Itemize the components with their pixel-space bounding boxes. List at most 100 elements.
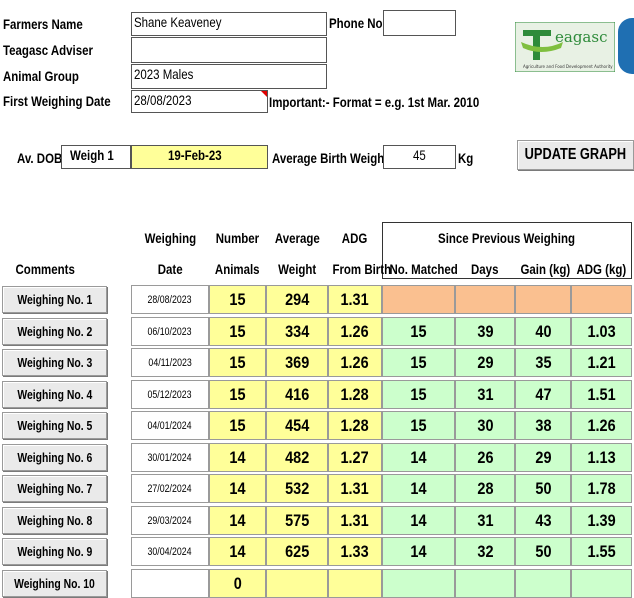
animal-group-field[interactable]: 2023 Males — [131, 64, 327, 89]
gain-cell — [515, 285, 571, 314]
weight-cell: 369 — [266, 348, 328, 377]
adg-prev-cell: 1.39 — [571, 506, 632, 535]
days-cell-value: 30 — [476, 415, 494, 435]
weight-cell: 416 — [266, 380, 328, 409]
date-cell[interactable]: 29/03/2024 — [131, 506, 209, 535]
adg-cell: 1.26 — [328, 348, 382, 377]
date-cell[interactable]: 04/01/2024 — [131, 411, 209, 440]
adg-prev-cell-value: 1.21 — [587, 352, 616, 372]
adg-prev-cell: 1.13 — [571, 443, 632, 472]
gain-header: Gain (kg) — [520, 261, 571, 277]
adg-cell: 1.28 — [328, 380, 382, 409]
comments-header: Comments — [15, 261, 75, 277]
date-cell[interactable]: 04/11/2023 — [131, 348, 209, 377]
gain-cell-value: 40 — [534, 321, 552, 341]
weight-cell-value: 294 — [284, 289, 310, 309]
adg-cell: 1.31 — [328, 474, 382, 503]
number-cell: 15 — [209, 348, 266, 377]
no-matched-header: No. Matched — [389, 261, 458, 277]
weighing-button[interactable]: Weighing No. 6 — [2, 444, 107, 471]
weighing-button[interactable]: Weighing No. 4 — [2, 381, 107, 408]
number-cell-value: 14 — [229, 510, 246, 530]
matched-cell-value: 15 — [410, 321, 427, 341]
adg-prev-cell: 1.21 — [571, 348, 632, 377]
adg-prev-cell — [571, 285, 632, 314]
weighing-button[interactable]: Weighing No. 9 — [2, 538, 107, 565]
date-cell[interactable]: 05/12/2023 — [131, 380, 209, 409]
date-cell[interactable]: 30/01/2024 — [131, 443, 209, 472]
weight-cell-value: 625 — [284, 541, 310, 561]
weighing-button[interactable]: Weighing No. 5 — [2, 412, 107, 439]
date-header: Date — [157, 261, 183, 277]
matched-cell: 15 — [382, 348, 455, 377]
gain-cell: 43 — [515, 506, 571, 535]
days-cell: 30 — [455, 411, 515, 440]
gain-cell: 50 — [515, 537, 571, 566]
days-cell: 39 — [455, 317, 515, 346]
days-cell-value: 28 — [476, 478, 494, 498]
gain-cell: 47 — [515, 380, 571, 409]
gain-cell: 35 — [515, 348, 571, 377]
adg-prev-cell-value: 1.51 — [587, 384, 616, 404]
weighing-button-label: Weighing No. 7 — [17, 481, 92, 496]
weigh-selector[interactable]: Weigh 1 — [61, 145, 131, 169]
adg-prev-cell-value: 1.39 — [587, 510, 616, 530]
number-cell-value: 14 — [229, 447, 246, 467]
days-cell: 29 — [455, 348, 515, 377]
adg-prev-cell-value: 1.26 — [587, 415, 616, 435]
date-cell[interactable]: 30/04/2024 — [131, 537, 209, 566]
date-cell-value: 28/08/2023 — [147, 293, 193, 306]
date-cell-value: 30/01/2024 — [147, 451, 193, 464]
adg-prev-cell-value: 1.55 — [587, 541, 616, 561]
weighing-button[interactable]: Weighing No. 7 — [2, 475, 107, 502]
date-cell[interactable]: 27/02/2024 — [131, 474, 209, 503]
adg-cell: 1.26 — [328, 317, 382, 346]
adg-cell-value: 1.33 — [340, 541, 370, 561]
adg-cell-value: 1.28 — [340, 415, 370, 435]
weighing-button-label: Weighing No. 10 — [14, 576, 95, 591]
matched-cell: 14 — [382, 443, 455, 472]
farmers-name-label: Farmers Name — [3, 16, 83, 32]
adg-cell-value: 1.26 — [340, 321, 370, 341]
date-cell[interactable] — [131, 569, 209, 598]
matched-cell-value: 14 — [410, 541, 427, 561]
weight-cell — [266, 569, 328, 598]
avg-birth-weight-field[interactable]: 45 — [383, 145, 456, 169]
adg-prev-cell: 1.26 — [571, 411, 632, 440]
weighing-button[interactable]: Weighing No. 2 — [2, 318, 107, 345]
weighing-button[interactable]: Weighing No. 10 — [2, 570, 107, 597]
adg-cell: 1.33 — [328, 537, 382, 566]
weight-cell-value: 575 — [284, 510, 310, 530]
adg-prev-cell-value: 1.13 — [587, 447, 616, 467]
phone-field[interactable] — [383, 10, 456, 36]
gain-cell-value: 50 — [534, 478, 552, 498]
matched-cell: 14 — [382, 474, 455, 503]
number-cell: 0 — [209, 569, 266, 598]
gain-cell — [515, 569, 571, 598]
adg-prev-cell-value: 1.03 — [587, 321, 616, 341]
adg-cell-value: 1.31 — [340, 289, 370, 309]
date-cell[interactable]: 06/10/2023 — [131, 317, 209, 346]
adviser-field[interactable] — [131, 37, 327, 63]
weighing-button-label: Weighing No. 4 — [17, 387, 92, 402]
matched-cell-value: 14 — [410, 510, 427, 530]
weighing-button[interactable]: Weighing No. 8 — [2, 507, 107, 534]
first-weighing-field[interactable]: 28/08/2023 — [131, 90, 268, 113]
number-cell: 15 — [209, 285, 266, 314]
days-cell-value: 32 — [476, 541, 494, 561]
adviser-label: Teagasc Adviser — [3, 42, 93, 58]
date-cell-value: 27/02/2024 — [147, 482, 193, 495]
date-cell[interactable]: 28/08/2023 — [131, 285, 209, 314]
weighing-button[interactable]: Weighing No. 3 — [2, 349, 107, 376]
adg-cell-value: 1.31 — [340, 478, 370, 498]
weighing-button-label: Weighing No. 6 — [17, 450, 92, 465]
weighing-button[interactable]: Weighing No. 1 — [2, 286, 107, 313]
update-graph-button[interactable]: UPDATE GRAPH — [517, 140, 634, 170]
animals-header: Animals — [215, 261, 260, 277]
farmers-name-field[interactable]: Shane Keaveney — [131, 12, 327, 36]
weighing-button-label: Weighing No. 2 — [17, 324, 92, 339]
partner-logo — [618, 18, 634, 74]
adg-prev-cell: 1.51 — [571, 380, 632, 409]
weight-cell: 482 — [266, 443, 328, 472]
days-cell — [455, 569, 515, 598]
